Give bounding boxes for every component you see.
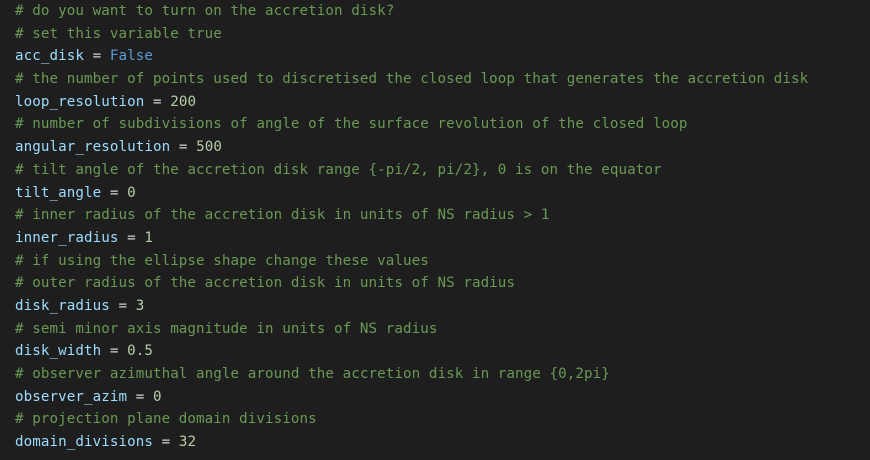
- comment-text: # tilt angle of the accretion disk range…: [15, 161, 662, 178]
- assign-operator: =: [152, 434, 179, 451]
- code-lines: # do you want to turn on the accretion d…: [15, 0, 870, 454]
- comment-text: # outer radius of the accretion disk in …: [15, 275, 516, 292]
- variable-name: domain_divisions: [15, 434, 153, 451]
- number-value: 1: [144, 229, 153, 246]
- number-value: 500: [196, 139, 222, 156]
- number-value: 0: [152, 388, 162, 405]
- comment-line: # set this variable true: [15, 23, 870, 46]
- variable-name: disk_width: [15, 343, 102, 360]
- comment-line: # if using the ellipse shape change thes…: [15, 250, 870, 273]
- assignment-line: domain_divisions = 32: [15, 431, 870, 454]
- assignment-line: tilt_angle = 0: [15, 182, 870, 205]
- variable-name: observer_azim: [15, 388, 128, 405]
- comment-line: # projection plane domain divisions: [15, 408, 870, 431]
- comment-text: # projection plane domain divisions: [15, 411, 317, 428]
- assign-operator: =: [101, 184, 128, 201]
- assign-operator: =: [109, 297, 136, 314]
- code-editor[interactable]: # do you want to turn on the accretion d…: [0, 0, 870, 460]
- comment-line: # do you want to turn on the accretion d…: [15, 0, 870, 23]
- assign-operator: =: [118, 229, 145, 246]
- comment-line: # tilt angle of the accretion disk range…: [15, 159, 870, 182]
- number-value: 200: [170, 93, 197, 110]
- variable-name: acc_disk: [15, 48, 84, 65]
- assign-operator: =: [144, 93, 171, 110]
- comment-line: # number of subdivisions of angle of the…: [15, 113, 870, 136]
- comment-text: # the number of points used to discretis…: [15, 71, 809, 88]
- comment-text: # observer azimuthal angle around the ac…: [15, 366, 610, 382]
- assignment-line: disk_radius = 3: [15, 295, 870, 318]
- assign-operator: =: [83, 48, 110, 65]
- keyword-value: False: [109, 48, 153, 65]
- number-value: 0: [127, 184, 136, 201]
- variable-name: inner_radius: [15, 229, 119, 246]
- variable-name: angular_resolution: [15, 139, 171, 156]
- comment-text: # if using the ellipse shape change thes…: [15, 252, 429, 269]
- comment-text: # semi minor axis magnitude in units of …: [15, 320, 438, 337]
- variable-name: loop_resolution: [15, 93, 145, 110]
- comment-line: # the number of points used to discretis…: [15, 68, 870, 91]
- assign-operator: =: [127, 388, 153, 405]
- comment-text: # number of subdivisions of angle of the…: [15, 116, 688, 133]
- variable-name: disk_radius: [15, 297, 110, 314]
- assignment-line: loop_resolution = 200: [15, 91, 870, 114]
- number-value: 3: [135, 297, 145, 314]
- comment-text: # set this variable true: [15, 25, 222, 42]
- number-value: 0.5: [127, 343, 153, 360]
- comment-line: # outer radius of the accretion disk in …: [15, 272, 870, 295]
- comment-line: # semi minor axis magnitude in units of …: [15, 318, 870, 341]
- comment-line: # inner radius of the accretion disk in …: [15, 204, 870, 227]
- variable-name: tilt_angle: [15, 184, 102, 201]
- comment-text: # inner radius of the accretion disk in …: [15, 207, 550, 224]
- assignment-line: acc_disk = False: [15, 45, 870, 68]
- assignment-line: inner_radius = 1: [15, 227, 870, 250]
- assign-operator: =: [101, 343, 128, 360]
- comment-line: # observer azimuthal angle around the ac…: [15, 363, 870, 386]
- assign-operator: =: [170, 139, 197, 156]
- assignment-line: angular_resolution = 500: [15, 136, 870, 159]
- assignment-line: observer_azim = 0: [15, 386, 870, 409]
- comment-text: # do you want to turn on the accretion d…: [15, 3, 395, 19]
- assignment-line: disk_width = 0.5: [15, 340, 870, 363]
- number-value: 32: [178, 434, 197, 451]
